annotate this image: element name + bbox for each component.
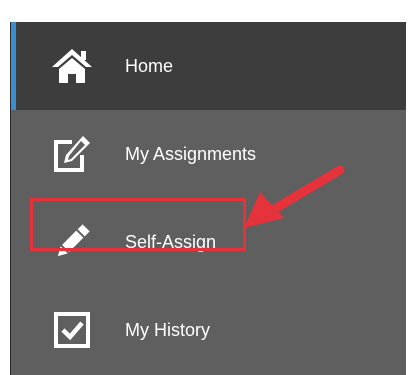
checkbox-icon [49, 307, 95, 353]
home-icon [49, 43, 95, 89]
pencil-icon [49, 219, 95, 265]
sidebar-item-my-history[interactable]: My History [11, 286, 406, 374]
edit-square-icon [49, 131, 95, 177]
sidebar-item-label: Home [125, 56, 174, 76]
sidebar-item-home[interactable]: Home [11, 22, 406, 110]
sidebar-item-label: Self-Assign [125, 232, 217, 252]
sidebar-item-label: My History [125, 320, 210, 340]
annotation-arrow-icon [244, 165, 345, 228]
